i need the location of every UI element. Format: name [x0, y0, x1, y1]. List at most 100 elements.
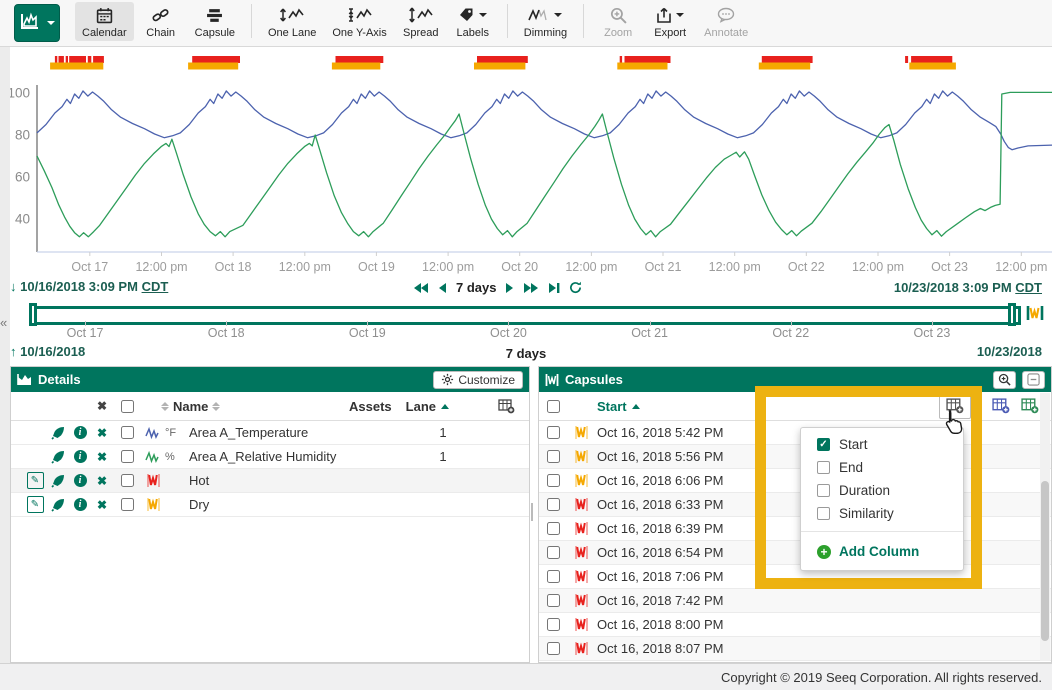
column-header-lane[interactable]: Lane	[406, 399, 436, 414]
remove-icon[interactable]: ✖	[91, 426, 113, 440]
zoom-to-capsule-button[interactable]	[993, 371, 1016, 389]
add-stat-column-icon[interactable]	[992, 398, 1010, 414]
details-row-dry[interactable]: ✎ i ✖ Dry	[11, 493, 529, 517]
collapse-panel-button[interactable]	[1022, 371, 1045, 389]
onelane-icon	[279, 6, 305, 24]
sort-name-icon[interactable]	[212, 402, 220, 411]
customize-button[interactable]: Customize	[433, 371, 523, 389]
trend-chart[interactable]: 100806040Oct 1712:00 pmOct 1812:00 pmOct…	[10, 47, 1052, 279]
step-back-button[interactable]	[438, 282, 447, 294]
remove-icon[interactable]: ✖	[91, 474, 113, 488]
capsule-icon	[575, 569, 597, 584]
step-forward-button[interactable]	[505, 282, 514, 294]
row-checkbox[interactable]	[121, 498, 134, 511]
step-back-fast-button[interactable]	[413, 282, 429, 294]
capsule-checkbox[interactable]	[547, 498, 560, 511]
info-icon[interactable]: i	[74, 474, 87, 487]
capsule-row[interactable]: Oct 16, 2018 5:56 PM	[539, 445, 1051, 469]
item-name[interactable]: Hot	[189, 473, 373, 488]
column-header-start[interactable]: Start	[597, 399, 627, 414]
capsule-timeline-icon[interactable]	[1026, 304, 1044, 325]
capsule-row[interactable]: Oct 16, 2018 6:54 PM	[539, 541, 1051, 565]
asset-swap-icon[interactable]	[47, 474, 69, 488]
timeline-track[interactable]	[33, 306, 1021, 325]
capsule-row[interactable]: Oct 16, 2018 5:42 PM	[539, 421, 1051, 445]
capsule-row[interactable]: Oct 16, 2018 8:07 PM	[539, 637, 1051, 661]
capsule-checkbox[interactable]	[547, 618, 560, 631]
trend-view-button[interactable]	[14, 4, 60, 42]
refresh-icon[interactable]	[569, 281, 582, 294]
details-row-area-a-temperature[interactable]: i✖°FArea A_Temperature1	[11, 421, 529, 445]
info-icon[interactable]: i	[74, 450, 87, 463]
toolbar-one-y-axis-button[interactable]: One Y-Axis	[325, 2, 393, 41]
select-all-capsules-checkbox[interactable]	[547, 400, 560, 413]
info-icon[interactable]: i	[74, 426, 87, 439]
remove-icon[interactable]: ✖	[91, 450, 113, 464]
toolbar-one-lane-button[interactable]: One Lane	[261, 2, 323, 41]
toolbar-spread-button[interactable]: Spread	[396, 2, 446, 41]
sort-color-icon[interactable]	[161, 402, 169, 411]
capsule-checkbox[interactable]	[547, 570, 560, 583]
details-row-area-a-relative-humidity[interactable]: i✖%Area A_Relative Humidity1	[11, 445, 529, 469]
menu-item-start[interactable]: ✓Start	[801, 433, 963, 456]
asset-swap-icon[interactable]	[47, 498, 69, 512]
capsule-checkbox[interactable]	[547, 594, 560, 607]
capsule-checkbox[interactable]	[547, 450, 560, 463]
menu-item-end[interactable]: End	[801, 456, 963, 479]
details-row-hot[interactable]: ✎ i ✖ Hot	[11, 469, 529, 493]
scrollbar-thumb[interactable]	[1041, 481, 1049, 641]
add-property-column-icon[interactable]	[1021, 398, 1039, 414]
remove-all-icon[interactable]: ✖	[91, 399, 113, 413]
select-all-checkbox[interactable]	[121, 400, 134, 413]
asset-swap-icon[interactable]	[47, 426, 69, 440]
add-column-menu-item[interactable]: + Add Column	[801, 538, 963, 565]
timeline-right-handle[interactable]	[1008, 303, 1016, 326]
item-name[interactable]: Area A_Relative Humidity	[189, 449, 373, 464]
investigate-duration: 7 days	[10, 346, 1042, 361]
scrollbar[interactable]	[1040, 393, 1050, 661]
row-checkbox[interactable]	[121, 474, 134, 487]
capsule-row[interactable]: Oct 16, 2018 6:06 PM	[539, 469, 1051, 493]
duration-button[interactable]: 7 days	[456, 280, 496, 295]
timeline-left-handle[interactable]	[29, 303, 37, 326]
capsule-checkbox[interactable]	[547, 522, 560, 535]
timezone-link[interactable]: CDT	[142, 279, 169, 294]
step-forward-fast-button[interactable]	[523, 282, 539, 294]
capsule-checkbox[interactable]	[547, 474, 560, 487]
step-to-end-button[interactable]	[548, 282, 560, 294]
asset-swap-icon[interactable]	[47, 450, 69, 464]
toolbar-labels-button[interactable]: Labels	[448, 2, 498, 41]
range-nav: 7 days	[413, 280, 582, 295]
capsule-checkbox[interactable]	[547, 546, 560, 559]
capsule-row[interactable]: Oct 16, 2018 6:39 PM	[539, 517, 1051, 541]
capsule-row[interactable]: Oct 16, 2018 7:06 PM	[539, 565, 1051, 589]
timezone-link-end[interactable]: CDT	[1015, 280, 1042, 295]
menu-item-duration[interactable]: Duration	[801, 479, 963, 502]
capsule-checkbox[interactable]	[547, 426, 560, 439]
svg-text:12:00 pm: 12:00 pm	[852, 260, 904, 274]
item-name[interactable]: Area A_Temperature	[189, 425, 373, 440]
capsule-checkbox[interactable]	[547, 642, 560, 655]
info-icon[interactable]: i	[74, 498, 87, 511]
edit-icon[interactable]: ✎	[27, 472, 44, 489]
item-name[interactable]: Dry	[189, 497, 373, 512]
svg-text:12:00 pm: 12:00 pm	[995, 260, 1047, 274]
toolbar-capsule-button[interactable]: Capsule	[188, 2, 242, 41]
row-checkbox[interactable]	[121, 426, 134, 439]
column-header-name[interactable]: Name	[173, 399, 208, 414]
capsule-row[interactable]: Oct 16, 2018 7:42 PM	[539, 589, 1051, 613]
choose-columns-button[interactable]	[939, 394, 971, 419]
remove-icon[interactable]: ✖	[91, 498, 113, 512]
menu-item-similarity[interactable]: Similarity	[801, 502, 963, 525]
capsule-bar-dry	[617, 63, 667, 70]
capsule-row[interactable]: Oct 16, 2018 6:33 PM	[539, 493, 1051, 517]
row-checkbox[interactable]	[121, 450, 134, 463]
column-header-assets[interactable]: Assets	[349, 399, 392, 414]
capsule-row[interactable]: Oct 16, 2018 8:00 PM	[539, 613, 1051, 637]
toolbar-calendar-button[interactable]: Calendar	[75, 2, 134, 41]
toolbar-chain-button[interactable]: Chain	[136, 2, 186, 41]
toolbar-export-button[interactable]: Export	[645, 2, 695, 41]
toolbar-dimming-button[interactable]: Dimming	[517, 2, 574, 41]
edit-icon[interactable]: ✎	[27, 496, 44, 513]
add-column-icon[interactable]	[498, 399, 515, 414]
